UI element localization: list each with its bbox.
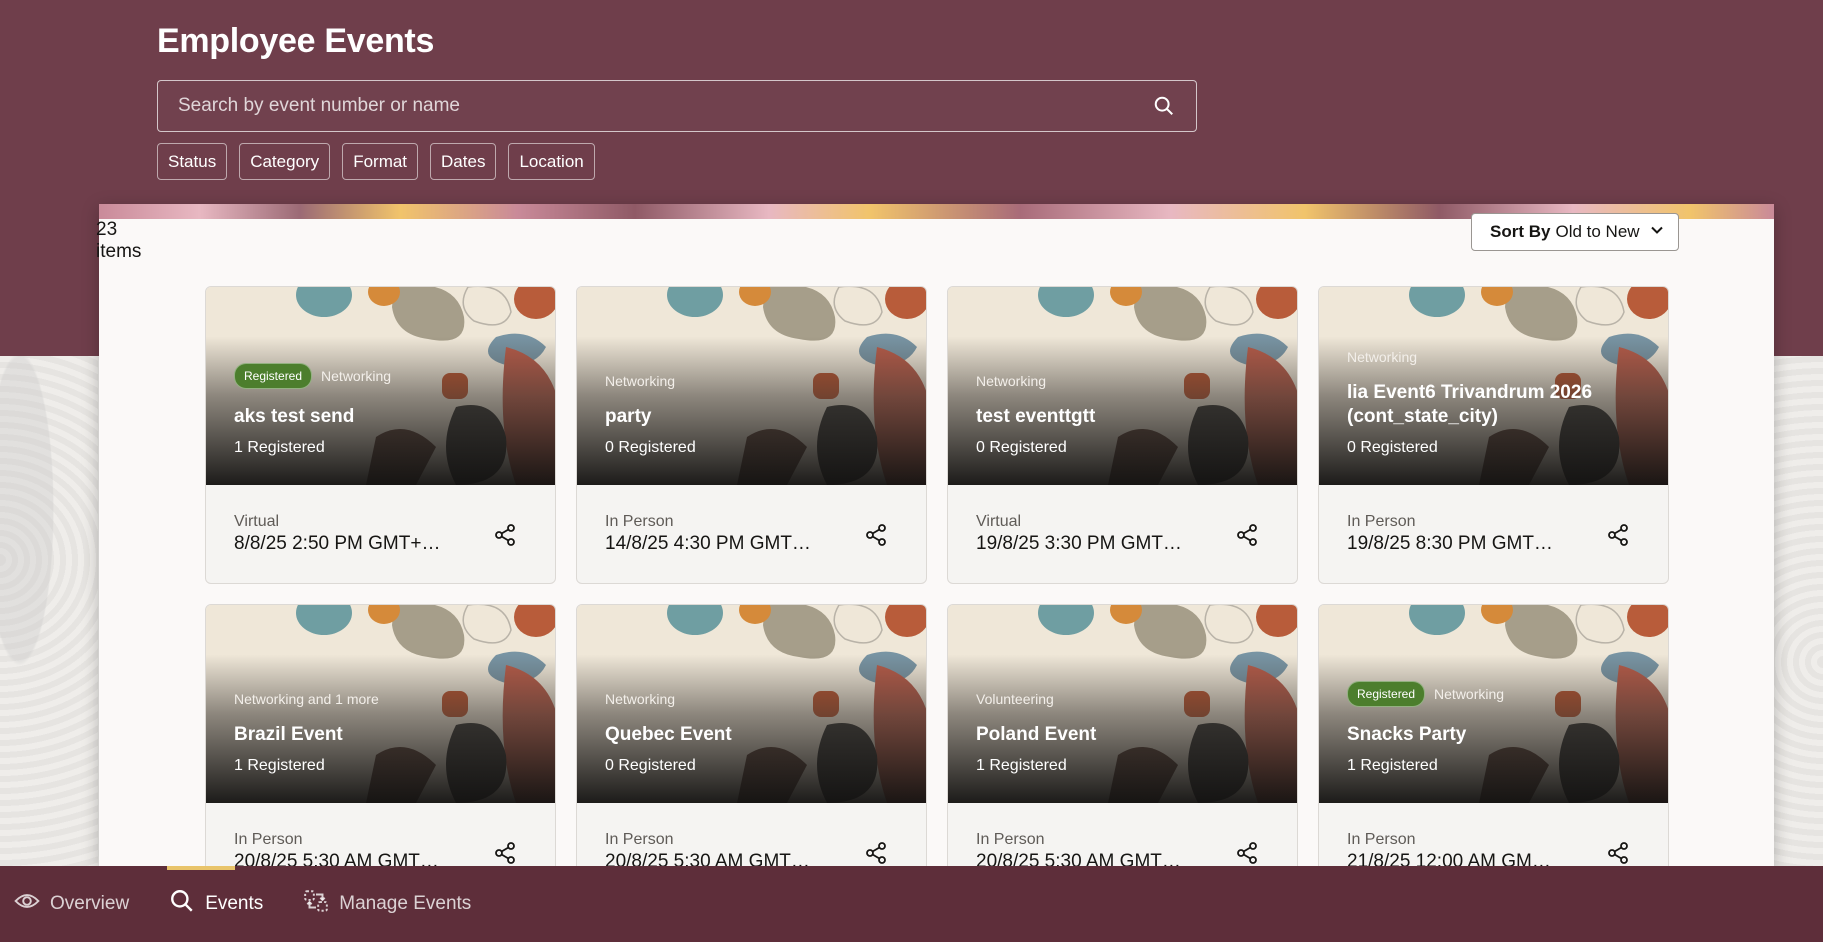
event-name: Brazil Event [234, 724, 343, 745]
filter-location-button[interactable]: Location [508, 143, 595, 180]
nav-overview[interactable]: Overview [14, 866, 129, 942]
event-name: party [605, 406, 652, 427]
event-category: Networking [976, 373, 1047, 389]
event-card-image: Networking party 0 Registered [577, 287, 926, 485]
event-card-image: Networking lia Event6 Trivandrum 2026 (c… [1319, 287, 1668, 485]
eye-icon [14, 888, 40, 920]
event-category: Networking [1347, 349, 1418, 365]
event-card[interactable]: Registered Networking aks test send 1 Re… [205, 286, 556, 584]
sort-value: Old to New [1555, 222, 1640, 241]
nav-manage-events-label: Manage Events [339, 893, 472, 914]
bottom-navigation: Overview Events Manage Events [0, 866, 1823, 942]
event-name: Snacks Party [1347, 724, 1467, 745]
registered-count: 0 Registered [605, 439, 696, 456]
event-card[interactable]: Networking Quebec Event 0 Registered In … [576, 604, 927, 902]
sort-label: Sort By [1490, 222, 1551, 241]
event-name: aks test send [234, 406, 355, 427]
results-count: 23 items [96, 219, 142, 262]
search-icon [169, 888, 195, 920]
event-card[interactable]: Networking party 0 Registered In Person … [576, 286, 927, 584]
event-datetime: 8/8/25 2:50 PM GMT+… [234, 533, 441, 554]
search-input[interactable] [178, 95, 1152, 117]
share-icon[interactable] [1606, 523, 1630, 547]
event-card[interactable]: Networking test eventtgtt 0 Registered V… [947, 286, 1298, 584]
event-card-image: Networking and 1 more Brazil Event 1 Reg… [206, 605, 555, 803]
event-card-image: Registered Networking Snacks Party 1 Reg… [1319, 605, 1668, 803]
registered-badge: Registered [234, 363, 313, 389]
chevron-down-icon [1650, 222, 1664, 242]
event-format: In Person [605, 513, 674, 530]
event-category: Networking and 1 more [234, 691, 379, 707]
event-card-image: Networking Quebec Event 0 Registered [577, 605, 926, 803]
event-category: Networking [1434, 686, 1505, 702]
registered-count: 1 Registered [1347, 757, 1438, 774]
event-category: Networking [605, 691, 676, 707]
sort-dropdown[interactable]: Sort By Old to New [1471, 213, 1679, 251]
background-texture-right [1773, 356, 1823, 866]
nav-events-label: Events [205, 893, 264, 914]
registered-count: 1 Registered [234, 439, 325, 456]
event-datetime: 19/8/25 3:30 PM GMT… [976, 533, 1182, 554]
event-format: In Person [234, 831, 303, 848]
event-card[interactable]: Networking and 1 more Brazil Event 1 Reg… [205, 604, 556, 902]
event-card[interactable]: Networking lia Event6 Trivandrum 2026 (c… [1318, 286, 1669, 584]
event-card-footer: In Person 19/8/25 8:30 PM GMT… [1319, 485, 1668, 583]
search-bar [157, 80, 1197, 132]
registered-count: 1 Registered [976, 757, 1067, 774]
event-card[interactable]: Volunteering Poland Event 1 Registered I… [947, 604, 1298, 902]
share-icon[interactable] [1606, 841, 1630, 865]
share-icon[interactable] [864, 841, 888, 865]
registered-count: 1 Registered [234, 757, 325, 774]
event-category: Volunteering [976, 691, 1054, 707]
event-format: Virtual [234, 513, 280, 530]
background-texture-left [0, 356, 98, 866]
nav-events[interactable]: Events [167, 866, 264, 942]
filter-dates-button[interactable]: Dates [430, 143, 497, 180]
event-category: Networking [605, 373, 676, 389]
registered-count: 0 Registered [1347, 439, 1438, 456]
event-format: In Person [1347, 831, 1416, 848]
event-name: test eventtgtt [976, 406, 1096, 427]
event-datetime: 14/8/25 4:30 PM GMT… [605, 533, 811, 554]
filter-category-button[interactable]: Category [239, 143, 331, 180]
registered-badge: Registered [1347, 681, 1426, 707]
share-icon[interactable] [493, 841, 517, 865]
event-card-image: Registered Networking aks test send 1 Re… [206, 287, 555, 485]
manage-events-icon [303, 888, 329, 920]
event-card-footer: Virtual 19/8/25 3:30 PM GMT… [948, 485, 1297, 583]
event-card[interactable]: Registered Networking Snacks Party 1 Reg… [1318, 604, 1669, 902]
nav-overview-label: Overview [50, 893, 130, 914]
filter-bar: Status Category Format Dates Location [157, 143, 595, 180]
event-card-footer: In Person 14/8/25 4:30 PM GMT… [577, 485, 926, 583]
event-format: Virtual [976, 513, 1022, 530]
filter-format-button[interactable]: Format [342, 143, 419, 180]
share-icon[interactable] [864, 523, 888, 547]
share-icon[interactable] [1235, 841, 1259, 865]
event-name: lia Event6 Trivandrum 2026 (cont_state_c… [1347, 382, 1593, 427]
event-card-image: Volunteering Poland Event 1 Registered [948, 605, 1297, 803]
registered-count: 0 Registered [976, 439, 1067, 456]
event-datetime: 19/8/25 8:30 PM GMT… [1347, 533, 1553, 554]
page-title: Employee Events [157, 22, 435, 60]
registered-count: 0 Registered [605, 757, 696, 774]
event-name: Quebec Event [605, 724, 732, 745]
search-icon[interactable] [1152, 94, 1176, 118]
event-format: In Person [1347, 513, 1416, 530]
share-icon[interactable] [493, 523, 517, 547]
event-format: In Person [605, 831, 674, 848]
event-name: Poland Event [976, 724, 1097, 745]
event-category: Networking [321, 368, 392, 384]
share-icon[interactable] [1235, 523, 1259, 547]
event-card-image: Networking test eventtgtt 0 Registered [948, 287, 1297, 485]
event-grid: Registered Networking aks test send 1 Re… [205, 286, 1669, 902]
event-card-footer: Virtual 8/8/25 2:50 PM GMT+… [206, 485, 555, 583]
event-format: In Person [976, 831, 1045, 848]
filter-status-button[interactable]: Status [157, 143, 228, 180]
nav-manage-events[interactable]: Manage Events [303, 866, 471, 942]
